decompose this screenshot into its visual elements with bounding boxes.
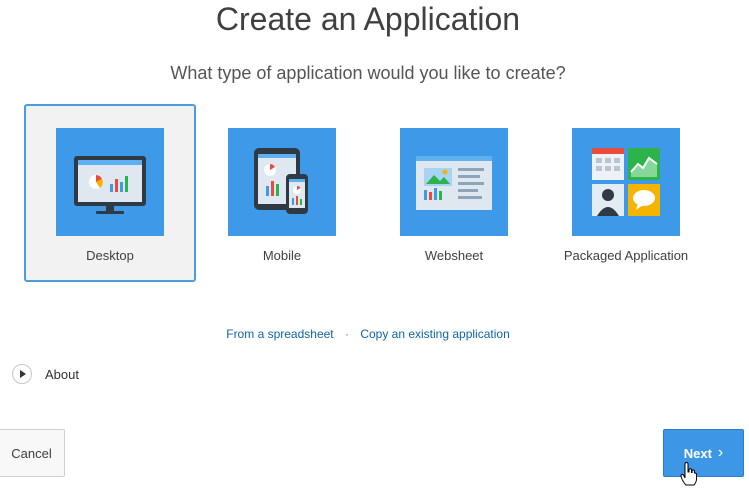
page-subtitle: What type of application would you like … [170,63,566,83]
page-title: Create an Application [215,1,521,37]
next-button-label: Next [683,445,712,461]
app-type-mobile-card[interactable]: Mobile [196,104,368,282]
about-label: About [45,366,79,382]
next-button[interactable]: Next › [663,429,744,477]
hand-cursor-icon [680,462,697,486]
packaged-application-tile [572,128,680,236]
alternative-create-links: From a spreadsheet · Copy an existing ap… [0,326,736,342]
link-separator: · [344,327,349,341]
desktop-tile [56,128,164,236]
chevron-right-icon: › [717,444,724,461]
create-application-page: Create an Application What type of appli… [0,0,749,491]
cancel-button-label: Cancel [11,445,52,461]
mobile-icon [254,148,308,214]
packaged-application-icon [592,148,660,216]
websheet-icon [416,156,492,210]
app-type-desktop-card[interactable]: Desktop [24,104,196,282]
app-type-websheet-card[interactable]: Websheet [368,104,540,282]
cancel-button[interactable]: Cancel [0,429,65,477]
app-type-desktop-label: Desktop [86,248,134,263]
app-type-packaged-application-label: Packaged Application [563,248,689,263]
websheet-tile [400,128,508,236]
app-type-packaged-application-card[interactable]: Packaged Application [540,104,712,282]
copy-existing-application-link[interactable]: Copy an existing application [360,327,509,341]
about-toggle[interactable]: About [12,362,79,386]
desktop-icon [74,156,146,214]
app-type-mobile-label: Mobile [262,248,302,263]
mobile-tile [228,128,336,236]
play-icon [12,364,32,384]
app-type-websheet-label: Websheet [424,248,484,263]
from-spreadsheet-link[interactable]: From a spreadsheet [226,327,333,341]
